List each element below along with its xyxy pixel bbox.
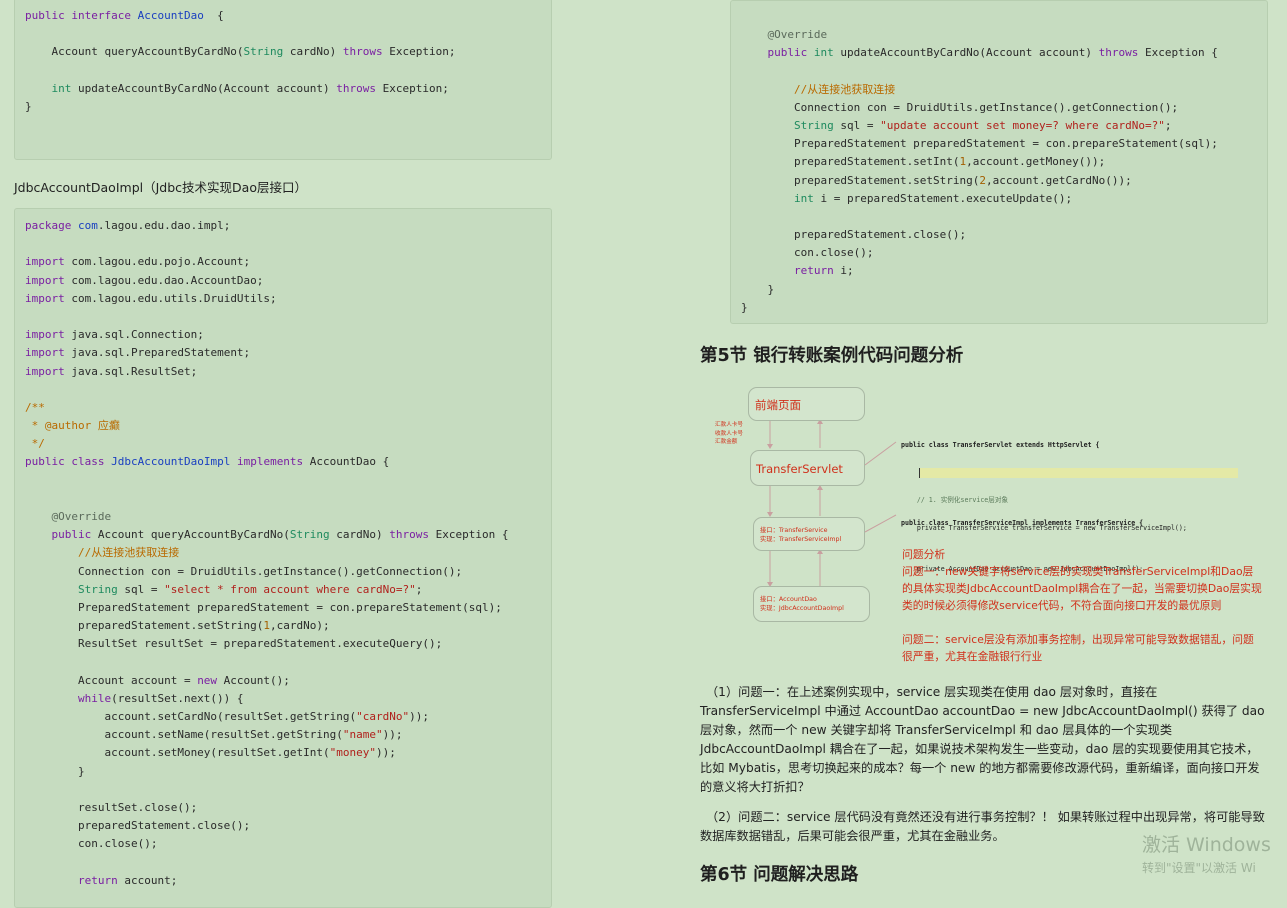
code-line: public interface AccountDao { <box>25 9 224 22</box>
code-line: package com.lagou.edu.dao.impl; <box>25 219 231 232</box>
watermark-line-2: 转到"设置"以激活 Wi <box>1142 861 1256 875</box>
diagram-analysis: 问题分析 问题一：new关键字将service层的实现类TransferServ… <box>902 546 1264 665</box>
code-line: import java.sql.ResultSet; <box>25 364 198 378</box>
code-line: import com.lagou.edu.pojo.Account; <box>25 255 251 269</box>
code-line: preparedStatement.close(); <box>741 228 967 242</box>
architecture-diagram: 前端页面 TransferServlet 接口：TransferService … <box>700 380 1268 670</box>
diagram-box-service: 接口：TransferService 实现：TransferServiceImp… <box>753 517 865 551</box>
code-line: } <box>741 300 748 314</box>
diagram-service-impl: 实现：TransferServiceImpl <box>760 536 842 543</box>
code-line: preparedStatement.setString(1,cardNo); <box>25 619 330 633</box>
code-line: /** <box>25 400 45 414</box>
code-line: String sql = "update account set money=?… <box>741 118 1172 132</box>
code-line: while(resultSet.next()) { <box>25 691 244 705</box>
diagram-side-labels: 汇款人卡号 收款人卡号 汇款金额 <box>715 421 743 447</box>
code-line: //从连接池获取连接 <box>25 546 180 560</box>
code-line: PreparedStatement preparedStatement = co… <box>25 600 502 614</box>
servlet-code-highlight <box>919 468 1238 478</box>
side-label-payee-card: 收款人卡号 <box>715 430 743 437</box>
code-line: String sql = "select * from account wher… <box>25 582 423 596</box>
code-line: import java.sql.PreparedStatement; <box>25 346 251 360</box>
diagram-box-servlet: TransferServlet <box>750 450 865 486</box>
code-line: con.close(); <box>741 246 874 260</box>
code-line: int updateAccountByCardNo(Account accoun… <box>51 81 449 95</box>
code-block-accountdao-interface: public interface AccountDao { Account qu… <box>14 0 552 160</box>
diagram-box-dao: 接口：AccountDao 实现：JdbcAccountDaoImpl <box>753 586 870 622</box>
code-block-jdbcaccountdaoimpl: package com.lagou.edu.dao.impl; import c… <box>14 208 552 908</box>
watermark-line-1: 激活 Windows <box>1142 834 1271 856</box>
diagram-service-interface: 接口：TransferService <box>760 527 828 534</box>
analysis-title: 问题分析 <box>902 548 946 561</box>
section-label-jdbcaccountdaoimpl: JdbcAccountDaoImpl（Jdbc技术实现Dao层接口） <box>14 180 307 195</box>
code-line: import com.lagou.edu.utils.DruidUtils; <box>25 291 277 305</box>
code-line: account.setCardNo(resultSet.getString("c… <box>25 710 429 724</box>
code-line: @Override <box>25 510 112 523</box>
diagram-box-frontend: 前端页面 <box>748 387 865 421</box>
code-line: } <box>741 282 775 296</box>
paragraph-problem-1: （1）问题一：在上述案例实现中，service 层实现类在使用 dao 层对象时… <box>700 685 1265 794</box>
analysis-problem-2: 问题二：service层没有添加事务控制，出现异常可能导致数据错乱，问题很严重，… <box>902 633 1254 663</box>
code-line: public int updateAccountByCardNo(Account… <box>741 46 1218 60</box>
diagram-dao-impl: 实现：JdbcAccountDaoImpl <box>760 605 844 612</box>
heading-section-5: 第5节 银行转账案例代码问题分析 <box>700 346 964 366</box>
code-line: int i = preparedStatement.executeUpdate(… <box>741 191 1073 205</box>
side-label-amount: 汇款金额 <box>715 439 738 446</box>
diagram-dao-interface: 接口：AccountDao <box>760 596 817 603</box>
service-code-line: public class TransferServiceImpl impleme… <box>901 518 1144 527</box>
code-line: preparedStatement.close(); <box>25 819 251 833</box>
code-line: public Account queryAccountByCardNo(Stri… <box>25 528 509 542</box>
code-line: //从连接池获取连接 <box>741 82 896 96</box>
code-line: resultSet.close(); <box>25 801 198 814</box>
servlet-code-line: public class TransferServlet extends Htt… <box>901 440 1100 449</box>
code-line: return i; <box>741 264 854 278</box>
code-line: Account queryAccountByCardNo(String card… <box>25 45 456 59</box>
code-line: * @author 应癫 <box>25 419 120 433</box>
code-line: */ <box>25 437 45 451</box>
code-line: Connection con = DruidUtils.getInstance(… <box>741 100 1179 114</box>
code-line: return account; <box>25 873 178 887</box>
code-line: ResultSet resultSet = preparedStatement.… <box>25 637 443 651</box>
side-label-payer-card: 汇款人卡号 <box>715 422 743 428</box>
code-line: con.close(); <box>25 837 158 851</box>
heading-section-6: 第6节 问题解决思路 <box>700 865 859 885</box>
windows-activation-watermark: 激活 Windows 转到"设置"以激活 Wi <box>1142 830 1287 876</box>
code-line: @Override <box>741 28 828 41</box>
code-line: import java.sql.Connection; <box>25 328 204 342</box>
code-line: Connection con = DruidUtils.getInstance(… <box>25 564 463 578</box>
code-line: } <box>25 99 32 113</box>
code-block-update-method: @Override public int updateAccountByCard… <box>730 0 1268 324</box>
code-line: account.setMoney(resultSet.getInt("money… <box>25 746 396 760</box>
code-line: account.setName(resultSet.getString("nam… <box>25 728 403 742</box>
analysis-problem-1: 问题一：new关键字将service层的实现类TransferServiceIm… <box>902 565 1262 612</box>
code-line: PreparedStatement preparedStatement = co… <box>741 137 1218 151</box>
code-line: Account account = new Account(); <box>25 673 290 687</box>
code-line: } <box>25 764 85 778</box>
code-line: preparedStatement.setInt(1,account.getMo… <box>741 155 1106 169</box>
code-line: public class JdbcAccountDaoImpl implemen… <box>25 455 390 469</box>
code-line: preparedStatement.setString(2,account.ge… <box>741 173 1132 187</box>
code-line: import com.lagou.edu.dao.AccountDao; <box>25 273 264 287</box>
